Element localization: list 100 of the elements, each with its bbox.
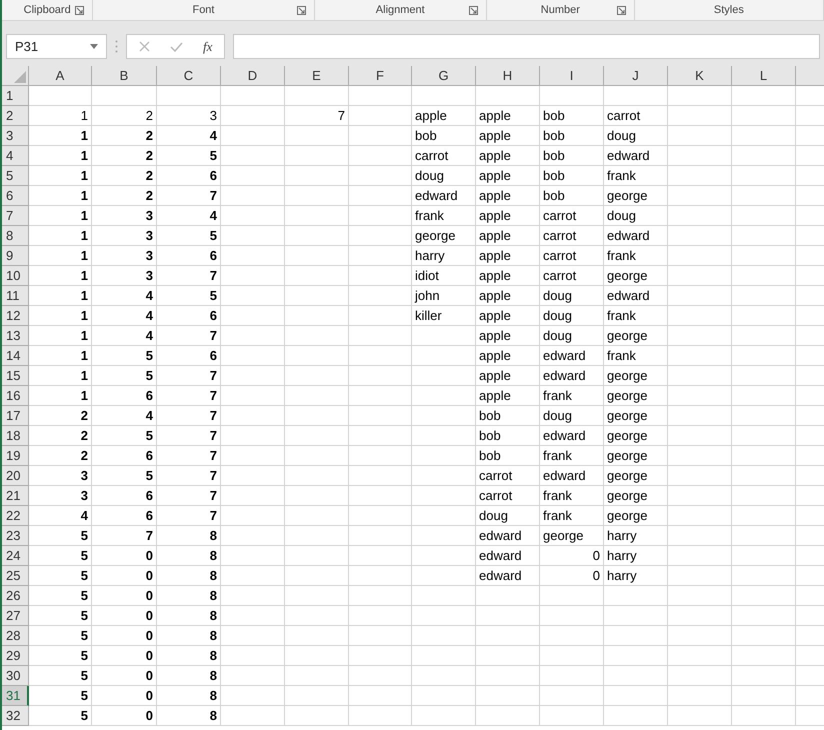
table-cell: doug (412, 166, 476, 186)
ribbon-group-label: Number (540, 2, 580, 18)
row-header[interactable]: 16 (2, 386, 29, 406)
row-header[interactable]: 4 (2, 146, 29, 166)
empty-cell (412, 426, 476, 446)
table-cell: edward (604, 226, 668, 246)
column-header[interactable]: A (29, 66, 92, 85)
column-header[interactable]: I (540, 66, 604, 85)
table-cell: bob (540, 126, 604, 146)
ribbon-group-label: Clipboard (24, 2, 71, 18)
empty-cell (732, 266, 796, 286)
empty-cell (732, 606, 796, 626)
empty-cell (668, 106, 732, 126)
empty-cell (349, 546, 412, 566)
table-cell: 7 (157, 386, 221, 406)
row-header[interactable]: 19 (2, 446, 29, 466)
row-header[interactable]: 12 (2, 306, 29, 326)
row-header[interactable]: 18 (2, 426, 29, 446)
column-header[interactable]: C (157, 66, 221, 85)
empty-cell (285, 326, 349, 346)
empty-cell (221, 666, 285, 686)
empty-cell (221, 346, 285, 366)
row-header[interactable]: 30 (2, 666, 29, 686)
row-header[interactable]: 21 (2, 486, 29, 506)
table-cell: 8 (157, 626, 221, 646)
row-header[interactable]: 22 (2, 506, 29, 526)
empty-cell (732, 526, 796, 546)
row-header[interactable]: 31 (2, 686, 29, 706)
row-header[interactable]: 17 (2, 406, 29, 426)
table-cell: carrot (476, 486, 540, 506)
table-cell: 2 (29, 426, 92, 446)
dialog-launcher-icon[interactable] (616, 6, 626, 15)
column-header[interactable]: F (349, 66, 412, 85)
table-cell: 1 (29, 346, 92, 366)
empty-cell (349, 206, 412, 226)
dialog-launcher-icon[interactable] (75, 6, 84, 15)
empty-cell (732, 166, 796, 186)
empty-cell (732, 686, 796, 706)
row-header[interactable]: 8 (2, 226, 29, 246)
empty-cell (285, 206, 349, 226)
column-header[interactable]: J (604, 66, 668, 85)
empty-cell (540, 646, 604, 666)
empty-cell (540, 626, 604, 646)
row-header[interactable]: 32 (2, 706, 29, 726)
table-cell: 1 (29, 326, 92, 346)
empty-cell (668, 186, 732, 206)
formula-input-field[interactable] (233, 34, 820, 59)
table-cell: bob (476, 406, 540, 426)
row-header[interactable]: 14 (2, 346, 29, 366)
column-header[interactable]: D (221, 66, 285, 85)
empty-cell (412, 566, 476, 586)
empty-cell (732, 106, 796, 126)
table-cell: 5 (29, 646, 92, 666)
row-header[interactable]: 1 (2, 86, 29, 106)
row-header[interactable]: 26 (2, 586, 29, 606)
table-cell: 4 (92, 286, 157, 306)
empty-cell (285, 526, 349, 546)
row-header[interactable]: 20 (2, 466, 29, 486)
empty-cell (732, 306, 796, 326)
row-header[interactable]: 5 (2, 166, 29, 186)
name-box[interactable]: P31 (6, 34, 107, 59)
column-header[interactable]: E (285, 66, 349, 85)
row-header[interactable]: 24 (2, 546, 29, 566)
column-header[interactable]: K (668, 66, 732, 85)
column-header[interactable]: B (92, 66, 157, 85)
table-cell: bob (540, 186, 604, 206)
insert-function-button[interactable]: fx (203, 36, 212, 56)
row-header[interactable]: 10 (2, 266, 29, 286)
empty-cell (349, 226, 412, 246)
dialog-launcher-icon[interactable] (468, 6, 478, 15)
table-cell: apple (476, 226, 540, 246)
table-cell: edward (540, 466, 604, 486)
row-header[interactable]: 11 (2, 286, 29, 306)
table-cell: apple (476, 126, 540, 146)
row-header[interactable]: 13 (2, 326, 29, 346)
row-header[interactable]: 27 (2, 606, 29, 626)
column-header[interactable]: G (412, 66, 476, 85)
row-header[interactable]: 9 (2, 246, 29, 266)
empty-cell (476, 706, 540, 726)
row-header[interactable]: 29 (2, 646, 29, 666)
empty-cell (349, 186, 412, 206)
table-cell: 6 (92, 506, 157, 526)
table-cell: frank (604, 346, 668, 366)
empty-cell (221, 466, 285, 486)
row-header[interactable]: 6 (2, 186, 29, 206)
row-header[interactable]: 2 (2, 106, 29, 126)
column-header[interactable]: H (476, 66, 540, 85)
row-header[interactable]: 23 (2, 526, 29, 546)
dialog-launcher-icon[interactable] (296, 6, 306, 15)
table-cell: edward (476, 546, 540, 566)
check-icon[interactable] (170, 42, 183, 52)
row-header[interactable]: 15 (2, 366, 29, 386)
empty-cell (604, 86, 668, 106)
row-header[interactable]: 7 (2, 206, 29, 226)
empty-cell (540, 86, 604, 106)
table-cell: 6 (157, 246, 221, 266)
row-header[interactable]: 3 (2, 126, 29, 146)
row-header[interactable]: 28 (2, 626, 29, 646)
table-cell: harry (604, 566, 668, 586)
row-header[interactable]: 25 (2, 566, 29, 586)
